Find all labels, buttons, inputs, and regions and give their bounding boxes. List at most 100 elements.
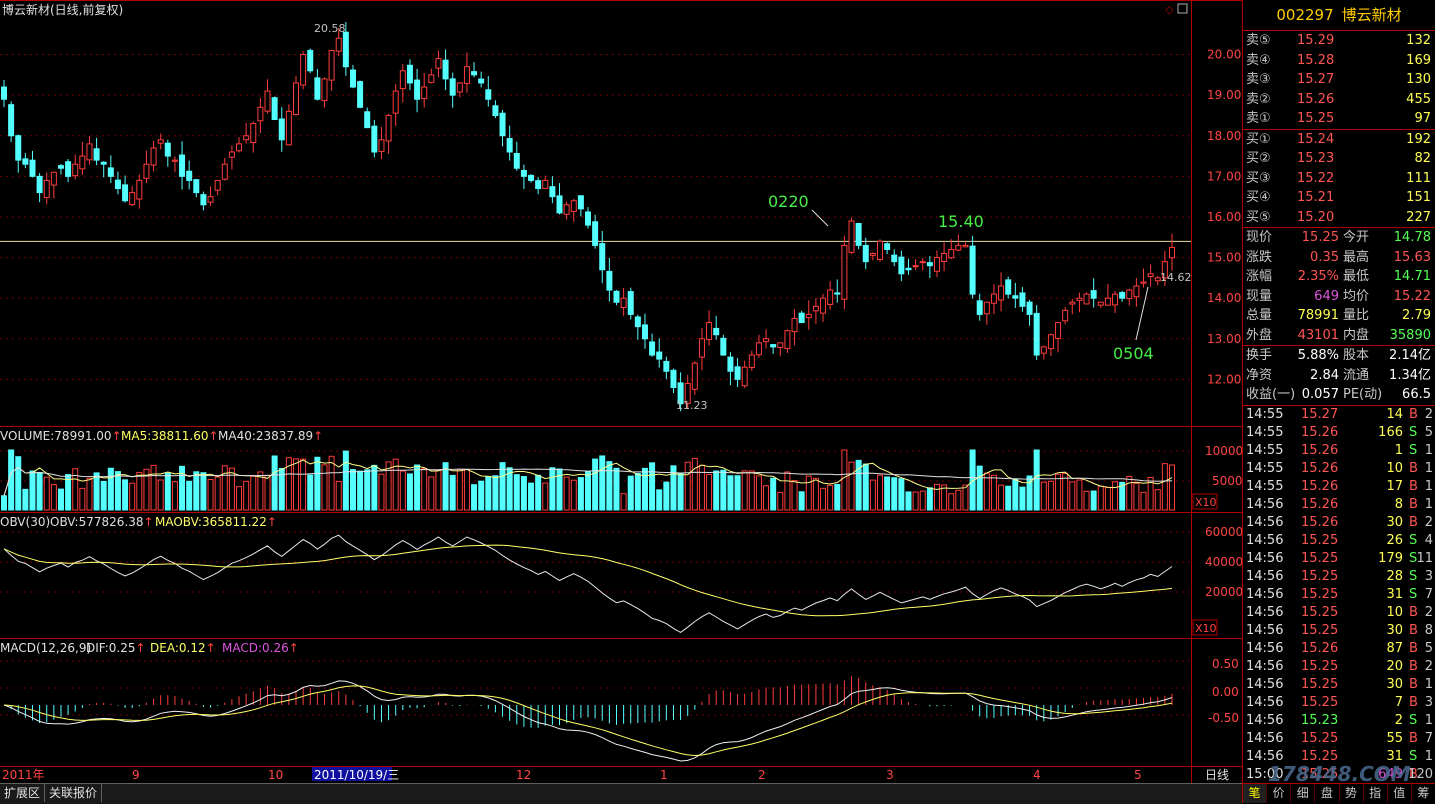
tick-price: 15.26	[1301, 478, 1339, 494]
volume-bar	[428, 476, 435, 511]
bid-price: 15.21	[1297, 190, 1335, 205]
panel-tab[interactable]: 势	[1340, 784, 1364, 803]
bid-volume: 192	[1406, 131, 1431, 147]
tick-count: 5	[1424, 424, 1433, 440]
candlestick-series	[1, 21, 1175, 412]
price-tick: 13.00	[1207, 332, 1241, 346]
candle-body	[228, 151, 235, 158]
tick-row: 14:56 15.25 7 B 3	[1243, 694, 1435, 712]
volume-bar	[912, 491, 919, 511]
candle-body	[122, 184, 129, 202]
candle-body	[300, 54, 307, 86]
tick-volume: 166	[1378, 424, 1403, 440]
tick-volume: 55	[1386, 730, 1403, 746]
tick-side: B	[1409, 406, 1418, 422]
volume-bar	[22, 488, 29, 511]
panel-tab[interactable]: 盘	[1315, 784, 1340, 803]
candle-body	[1133, 285, 1140, 298]
candle-body	[428, 74, 435, 83]
candle-body	[1090, 290, 1097, 299]
panel-tab[interactable]: 筹	[1412, 784, 1435, 803]
macd-series	[3, 676, 1173, 762]
tick-count: 1	[1424, 676, 1433, 692]
candle-body	[585, 211, 591, 226]
quote-value: 2.35%	[1297, 269, 1339, 284]
tick-row: 14:56 15.25 31 S 7	[1243, 586, 1435, 604]
period-label[interactable]: 日线	[1205, 768, 1229, 782]
volume-bar	[485, 476, 492, 511]
obv-tick: 20000	[1205, 585, 1242, 599]
tick-volume: 30	[1386, 622, 1403, 638]
volume-bar	[171, 481, 178, 511]
high-price-label: 20.58	[314, 22, 346, 35]
tick-list[interactable]: 14:55 15.27 14 B 2 14:55 15.26 166 S 5 14:55 15.26 1…	[1243, 406, 1435, 784]
candle-body	[93, 148, 100, 161]
candle-body	[264, 90, 271, 112]
tick-count: 2	[1424, 658, 1433, 674]
volume-bar	[435, 469, 442, 511]
restore-icon[interactable]	[1177, 3, 1188, 14]
panel-tab[interactable]: 笔	[1243, 784, 1268, 803]
volume-bar	[962, 484, 969, 511]
candle-body	[164, 142, 171, 157]
volume-header: VOLUME:78991.00↑ MA5:38811.60↑ MA40:2383…	[0, 429, 323, 443]
volume-bar	[364, 469, 371, 511]
volume-bar	[1005, 485, 1012, 511]
candle-body	[136, 179, 143, 200]
tick-row: 14:56 15.25 30 B 1	[1243, 676, 1435, 694]
candle-body	[449, 78, 456, 96]
volume-bar	[1161, 463, 1168, 511]
volume-bar	[1104, 487, 1111, 511]
candle-body	[649, 341, 656, 356]
candle-body	[1119, 292, 1126, 299]
volume-bar	[535, 474, 542, 511]
tick-time: 14:56	[1246, 586, 1284, 602]
tick-price: 15.26	[1301, 442, 1339, 458]
panel-tab[interactable]: 价	[1267, 784, 1292, 803]
candle-body	[691, 362, 698, 390]
panel-tabs[interactable]: 笔价细盘势指值筹	[1243, 783, 1435, 803]
panel-tab[interactable]: 细	[1291, 784, 1316, 803]
ask-price: 15.29	[1297, 33, 1335, 48]
volume-bar	[463, 469, 470, 511]
diamond-icon[interactable]: ◇	[1165, 3, 1174, 16]
panel-tab[interactable]: 值	[1388, 784, 1412, 803]
stock-header[interactable]: 002297 博云新材	[1243, 0, 1435, 31]
panel-tab[interactable]: 指	[1364, 784, 1388, 803]
candle-body	[456, 82, 463, 93]
candle-body	[513, 152, 520, 169]
tick-count: 11	[1416, 550, 1433, 566]
window-controls[interactable]: ◇	[1165, 3, 1188, 16]
ask-book: 卖⑤ 15.29 132 卖④ 15.28 169 卖③ 15.27 130 卖② 15.26 455…	[1243, 31, 1435, 130]
fundamental-label: PE(动)	[1343, 387, 1383, 402]
related-quotes-button[interactable]: 关联报价	[45, 784, 103, 802]
chart-canvas[interactable]: 20.0019.0018.0017.0016.0015.0014.0013.00…	[0, 0, 1242, 783]
tick-row: 14:55 15.27 14 B 2	[1243, 406, 1435, 424]
candle-body	[1033, 312, 1040, 356]
volume-bar	[79, 487, 86, 511]
extension-area-button[interactable]: 扩展区	[0, 784, 46, 802]
candle-body	[278, 118, 285, 141]
candle-body	[357, 81, 364, 108]
volume-tick: 5000	[1212, 474, 1242, 488]
bid-label: 买①	[1246, 131, 1271, 147]
date-label: 12	[516, 768, 531, 782]
candle-body	[777, 342, 784, 348]
candle-body	[563, 204, 570, 215]
quote-label: 均价	[1343, 288, 1370, 304]
quote-value: 78991	[1297, 308, 1339, 323]
candle-body	[414, 79, 421, 100]
candle-body	[129, 192, 136, 206]
volume-bar	[1062, 472, 1069, 511]
tick-side: B	[1409, 460, 1418, 476]
candle-body	[114, 179, 121, 190]
volume-bar	[898, 478, 905, 511]
candle-body	[791, 317, 798, 333]
quote-value: 35890	[1389, 327, 1431, 343]
tick-time: 14:56	[1246, 712, 1284, 728]
candle-body	[364, 111, 371, 129]
candle-body	[948, 248, 955, 259]
bid-row: 买③ 15.22 111	[1243, 169, 1435, 189]
tick-volume: 31	[1386, 586, 1403, 602]
date-label: 2011年	[2, 768, 45, 782]
